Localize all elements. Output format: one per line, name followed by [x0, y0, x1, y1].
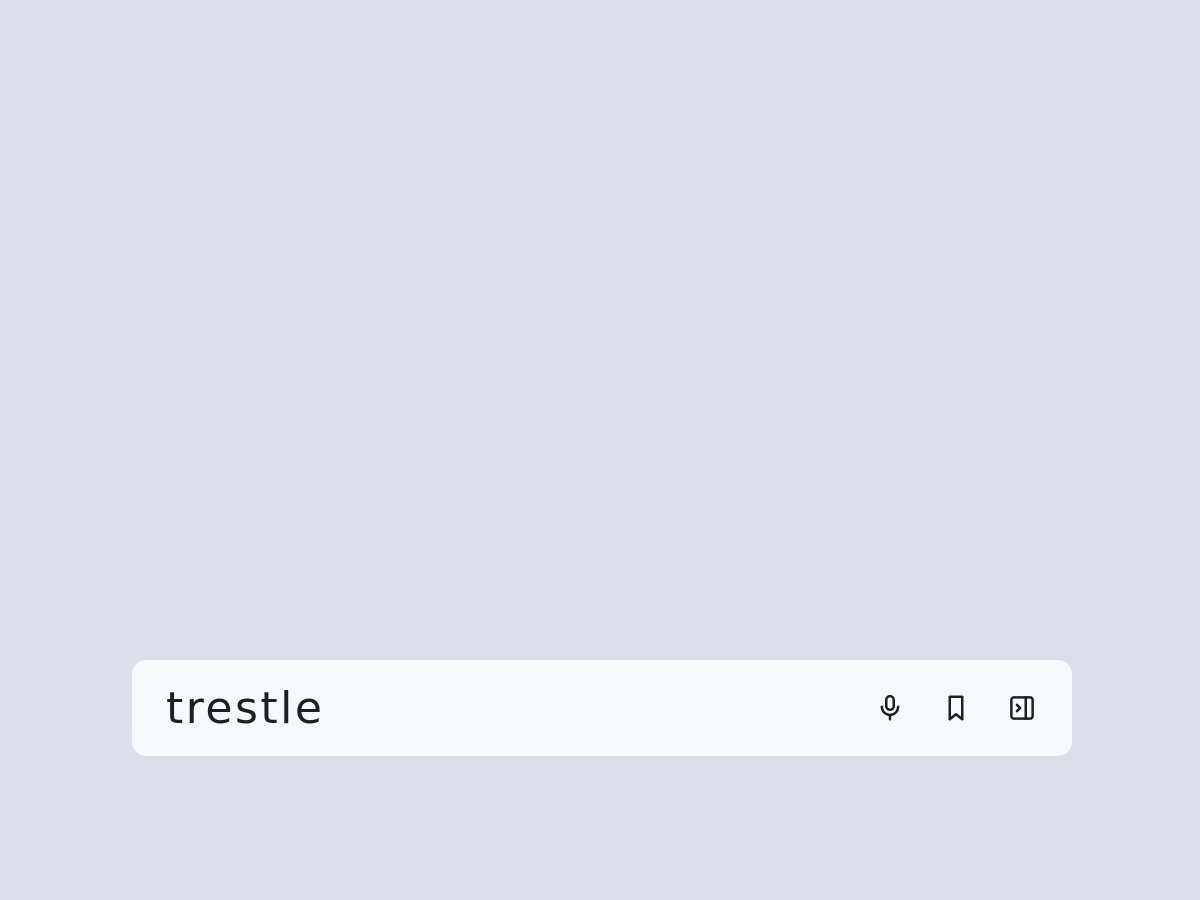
- search-bar-actions: [872, 690, 1040, 726]
- voice-search-button[interactable]: [872, 690, 908, 726]
- microphone-icon: [880, 694, 900, 721]
- bookmark-icon: [948, 695, 964, 721]
- sidebar-panel-icon: [1010, 696, 1034, 720]
- search-query-text[interactable]: trestle: [166, 687, 324, 731]
- search-bar[interactable]: trestle: [132, 660, 1072, 756]
- bookmark-button[interactable]: [938, 690, 974, 726]
- sidebar-toggle-button[interactable]: [1004, 690, 1040, 726]
